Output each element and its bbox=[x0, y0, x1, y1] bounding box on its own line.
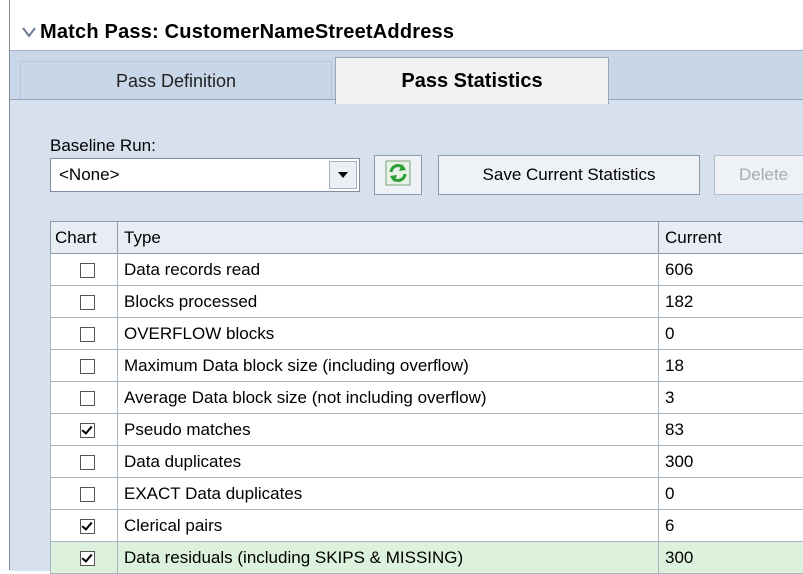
tab-label: Pass Statistics bbox=[401, 70, 542, 93]
chart-checkbox[interactable] bbox=[80, 423, 95, 438]
chart-cell bbox=[51, 542, 118, 574]
current-value-cell: 0 bbox=[659, 478, 803, 510]
chart-checkbox[interactable] bbox=[80, 359, 95, 374]
type-cell: Maximum Data block size (including overf… bbox=[118, 350, 659, 382]
chart-checkbox[interactable] bbox=[80, 551, 95, 566]
tab-pass-definition[interactable]: Pass Definition bbox=[20, 61, 332, 101]
type-cell: Blocks processed bbox=[118, 286, 659, 318]
table-row[interactable]: Average Data block size (not including o… bbox=[51, 382, 803, 414]
chevron-down-icon[interactable] bbox=[18, 21, 40, 43]
table-row[interactable]: Clerical pairs6 bbox=[51, 510, 803, 542]
type-cell: Data residuals (including SKIPS & MISSIN… bbox=[118, 542, 659, 574]
baseline-run-select[interactable]: <None> bbox=[50, 158, 360, 192]
chart-checkbox[interactable] bbox=[80, 519, 95, 534]
type-cell: Data records read bbox=[118, 254, 659, 286]
panel-header[interactable]: Match Pass: CustomerNameStreetAddress bbox=[10, 14, 803, 50]
type-cell: OVERFLOW blocks bbox=[118, 318, 659, 350]
type-cell: EXACT Data duplicates bbox=[118, 478, 659, 510]
type-cell: Data duplicates bbox=[118, 446, 659, 478]
type-cell: Pseudo matches bbox=[118, 414, 659, 446]
tab-label: Pass Definition bbox=[116, 71, 236, 92]
chart-checkbox[interactable] bbox=[80, 263, 95, 278]
type-cell: Clerical pairs bbox=[118, 510, 659, 542]
refresh-icon bbox=[385, 160, 411, 191]
table-row[interactable]: Data records read606 bbox=[51, 254, 803, 286]
pass-statistics-panel: Baseline Run: <None> Save Current Statis… bbox=[10, 99, 803, 571]
chart-checkbox[interactable] bbox=[80, 487, 95, 502]
chart-checkbox[interactable] bbox=[80, 327, 95, 342]
tab-strip: Pass Definition Pass Statistics bbox=[10, 50, 803, 101]
baseline-run-label: Baseline Run: bbox=[50, 136, 156, 156]
chart-checkbox[interactable] bbox=[80, 455, 95, 470]
chart-cell bbox=[51, 286, 118, 318]
save-current-statistics-button[interactable]: Save Current Statistics bbox=[438, 155, 700, 195]
current-value-cell: 0 bbox=[659, 318, 803, 350]
chart-cell bbox=[51, 350, 118, 382]
column-header-type[interactable]: Type bbox=[118, 222, 659, 254]
chart-checkbox[interactable] bbox=[80, 391, 95, 406]
delete-button[interactable]: Delete bbox=[714, 155, 803, 195]
chart-cell bbox=[51, 414, 118, 446]
chart-cell bbox=[51, 510, 118, 542]
table-row[interactable]: Data duplicates300 bbox=[51, 446, 803, 478]
panel-title: Match Pass: CustomerNameStreetAddress bbox=[40, 21, 454, 44]
baseline-run-value: <None> bbox=[51, 165, 329, 185]
table-row[interactable]: EXACT Data duplicates0 bbox=[51, 478, 803, 510]
table-row[interactable]: OVERFLOW blocks0 bbox=[51, 318, 803, 350]
current-value-cell: 18 bbox=[659, 350, 803, 382]
chart-cell bbox=[51, 254, 118, 286]
table-row[interactable]: Pseudo matches83 bbox=[51, 414, 803, 446]
current-value-cell: 6 bbox=[659, 510, 803, 542]
table-row[interactable]: Maximum Data block size (including overf… bbox=[51, 350, 803, 382]
current-value-cell: 606 bbox=[659, 254, 803, 286]
refresh-button[interactable] bbox=[374, 155, 422, 195]
chart-cell bbox=[51, 382, 118, 414]
chart-checkbox[interactable] bbox=[80, 295, 95, 310]
current-value-cell: 300 bbox=[659, 542, 803, 574]
table-header-row: Chart Type Current bbox=[51, 222, 803, 254]
chart-cell bbox=[51, 446, 118, 478]
current-value-cell: 83 bbox=[659, 414, 803, 446]
type-cell: Average Data block size (not including o… bbox=[118, 382, 659, 414]
tab-pass-statistics[interactable]: Pass Statistics bbox=[335, 57, 609, 104]
table-row[interactable]: Blocks processed182 bbox=[51, 286, 803, 318]
current-value-cell: 300 bbox=[659, 446, 803, 478]
chart-cell bbox=[51, 478, 118, 510]
column-header-current[interactable]: Current bbox=[659, 222, 803, 254]
table-row[interactable]: Data residuals (including SKIPS & MISSIN… bbox=[51, 542, 803, 574]
statistics-table: Chart Type Current Data records read606B… bbox=[50, 221, 803, 574]
current-value-cell: 3 bbox=[659, 382, 803, 414]
chart-cell bbox=[51, 318, 118, 350]
column-header-chart[interactable]: Chart bbox=[51, 222, 118, 254]
dropdown-arrow-icon[interactable] bbox=[329, 161, 357, 189]
current-value-cell: 182 bbox=[659, 286, 803, 318]
